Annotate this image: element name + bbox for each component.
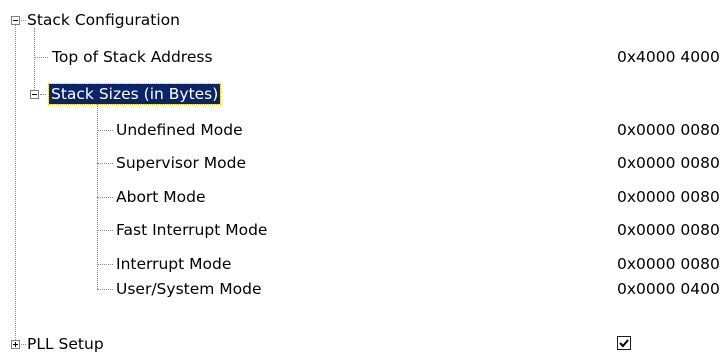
abort-mode-value[interactable]: 0x0000 0080 (617, 187, 720, 207)
tree-node-undefined-mode[interactable]: Undefined Mode 0x0000 0080 (0, 116, 728, 145)
tree-connector (21, 20, 26, 21)
fast-interrupt-mode-value[interactable]: 0x0000 0080 (617, 220, 720, 240)
tree-node-user-system-mode[interactable]: User/System Mode 0x0000 0400 (0, 275, 728, 304)
expand-icon[interactable] (11, 340, 20, 349)
tree-node-abort-mode[interactable]: Abort Mode 0x0000 0080 (0, 183, 728, 212)
supervisor-mode-value[interactable]: 0x0000 0080 (617, 153, 720, 173)
top-of-stack-address-label: Top of Stack Address (52, 48, 213, 66)
tree-connector (34, 57, 48, 58)
stack-configuration-label: Stack Configuration (27, 11, 180, 29)
abort-mode-label: Abort Mode (116, 188, 206, 206)
tree-node-stack-configuration[interactable]: Stack Configuration (0, 6, 728, 35)
stack-sizes-label: Stack Sizes (in Bytes) (47, 83, 222, 105)
tree-node-supervisor-mode[interactable]: Supervisor Mode 0x0000 0080 (0, 149, 728, 178)
fast-interrupt-mode-label: Fast Interrupt Mode (116, 221, 268, 239)
tree-connector (21, 344, 26, 345)
tree-connector (97, 130, 113, 131)
undefined-mode-label: Undefined Mode (116, 121, 243, 139)
undefined-mode-value[interactable]: 0x0000 0080 (617, 120, 720, 140)
collapse-icon[interactable] (11, 16, 20, 25)
tree-connector (97, 264, 113, 265)
interrupt-mode-value[interactable]: 0x0000 0080 (617, 254, 720, 274)
user-system-mode-value[interactable]: 0x0000 0400 (617, 279, 720, 299)
tree-connector (97, 230, 113, 231)
tree-node-stack-sizes[interactable]: Stack Sizes (in Bytes) (0, 80, 728, 109)
configuration-tree: Stack Configuration Top of Stack Address… (0, 0, 728, 358)
tree-node-fast-interrupt-mode[interactable]: Fast Interrupt Mode 0x0000 0080 (0, 216, 728, 245)
pll-setup-label: PLL Setup (27, 335, 104, 353)
user-system-mode-label: User/System Mode (116, 280, 262, 298)
tree-node-pll-setup[interactable]: PLL Setup (0, 329, 728, 358)
tree-connector (40, 94, 46, 95)
tree-connector (97, 289, 113, 290)
top-of-stack-address-value[interactable]: 0x4000 4000 (617, 47, 720, 67)
tree-node-top-of-stack-address[interactable]: Top of Stack Address 0x4000 4000 (0, 43, 728, 72)
checkmark-icon (619, 339, 629, 348)
tree-connector (97, 163, 113, 164)
tree-connector (97, 197, 113, 198)
pll-setup-checkbox[interactable] (617, 336, 631, 350)
interrupt-mode-label: Interrupt Mode (116, 255, 232, 273)
supervisor-mode-label: Supervisor Mode (116, 154, 246, 172)
collapse-icon[interactable] (30, 90, 39, 99)
